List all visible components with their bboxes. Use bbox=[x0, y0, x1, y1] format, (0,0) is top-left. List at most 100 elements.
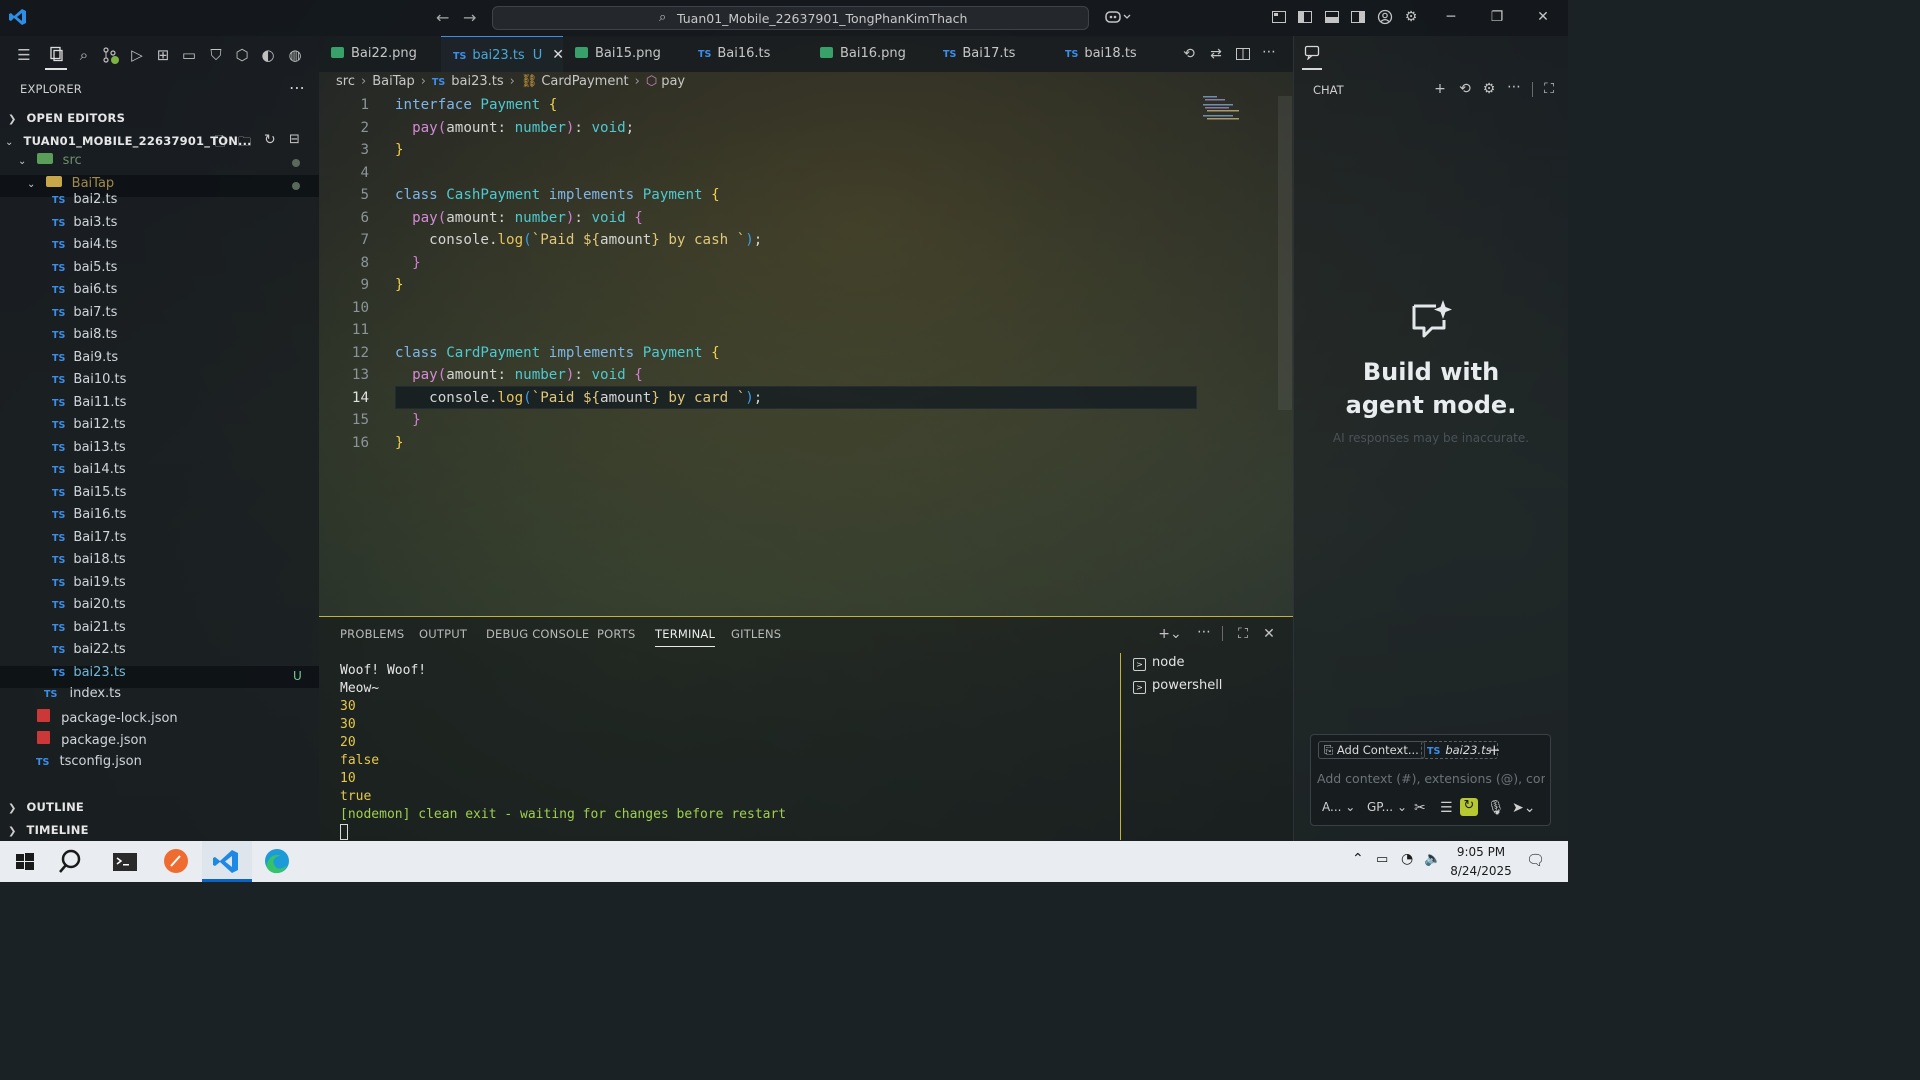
breadcrumb-item[interactable]: bai23.ts bbox=[451, 74, 503, 89]
more-actions-icon[interactable]: ⋯ bbox=[1196, 624, 1212, 640]
editor-tab[interactable]: TS bai23.ts U ✕ bbox=[441, 36, 564, 72]
database-icon[interactable]: ☰ bbox=[1440, 800, 1453, 816]
refresh-icon[interactable]: ↻ bbox=[264, 132, 276, 148]
toggle-primary-sidebar-icon[interactable] bbox=[1297, 9, 1313, 25]
terminal-session-node[interactable]: > node bbox=[1133, 655, 1184, 671]
edge-app-icon[interactable] bbox=[252, 841, 302, 882]
breadcrumb-item[interactable]: src bbox=[336, 74, 355, 89]
notifications-icon[interactable]: 🗨 bbox=[1526, 851, 1545, 869]
forward-arrow-icon[interactable]: → bbox=[463, 8, 476, 27]
command-center-search[interactable]: ⌕ Tuan01_Mobile_22637901_TongPhanKimThac… bbox=[492, 6, 1089, 30]
settings-gear-icon[interactable]: ⚙ bbox=[1403, 9, 1419, 25]
terminal-split-divider[interactable] bbox=[1120, 653, 1121, 840]
terminal-session-powershell[interactable]: > powershell bbox=[1133, 678, 1222, 694]
chat-history-icon[interactable]: ⟲ bbox=[1457, 81, 1473, 97]
explorer-icon[interactable] bbox=[45, 46, 67, 70]
editor-tab[interactable]: TS Bai17.ts bbox=[931, 36, 1053, 72]
send-icon[interactable]: ➤⌄ bbox=[1512, 800, 1535, 816]
chat-settings-icon[interactable]: ⚙ bbox=[1481, 81, 1497, 97]
tree-file[interactable]: TS bai18.ts bbox=[52, 552, 126, 574]
editor-tab[interactable]: Bai16.png bbox=[808, 36, 931, 72]
panel-tab-terminal[interactable]: TERMINAL bbox=[655, 627, 716, 647]
wifi-icon[interactable]: ◔ bbox=[1401, 851, 1413, 867]
gitlens-icon[interactable]: ◐ bbox=[257, 46, 279, 64]
tree-file[interactable]: TS bai14.ts bbox=[52, 462, 126, 484]
more-actions-icon[interactable]: ⋯ bbox=[1506, 79, 1522, 95]
back-arrow-icon[interactable]: ← bbox=[436, 8, 449, 27]
tree-file-package[interactable]: package.json bbox=[37, 731, 147, 753]
collapse-all-icon[interactable]: ⊟ bbox=[289, 132, 300, 147]
tree-file[interactable]: TS bai8.ts bbox=[52, 327, 117, 349]
code-editor[interactable]: 1 interface Payment { 2 pay(amount: numbe… bbox=[319, 94, 1293, 614]
tools-icon[interactable]: ✂ bbox=[1414, 800, 1426, 816]
tree-file[interactable]: TS bai4.ts bbox=[52, 237, 117, 259]
tree-file[interactable]: TS Bai17.ts bbox=[52, 530, 126, 552]
tree-file-index[interactable]: TS index.ts bbox=[44, 686, 121, 708]
tree-file[interactable]: TS bai3.ts bbox=[52, 215, 117, 237]
toggle-panel-icon[interactable] bbox=[1324, 9, 1340, 25]
panel-tab-problems[interactable]: PROBLEMS bbox=[340, 627, 404, 641]
panel-tab-output[interactable]: OUTPUT bbox=[419, 627, 467, 641]
copilot-icon[interactable] bbox=[1103, 9, 1133, 25]
gitlens-inspect-icon[interactable]: ◍ bbox=[284, 46, 306, 64]
restore-window-icon[interactable]: ❐ bbox=[1489, 9, 1505, 25]
tree-folder-src[interactable]: ⌄ src bbox=[18, 153, 82, 175]
new-file-icon[interactable]: 🗋 bbox=[215, 133, 225, 155]
editor-tab[interactable]: TS Bai16.ts bbox=[686, 36, 808, 72]
maximize-panel-icon[interactable]: ⛶ bbox=[1235, 626, 1251, 642]
remote-explorer-icon[interactable]: ▭ bbox=[178, 46, 200, 64]
tray-overflow-icon[interactable]: ⌃ bbox=[1352, 851, 1364, 867]
minimize-window-icon[interactable]: ─ bbox=[1443, 9, 1459, 25]
terminal-app-icon[interactable] bbox=[100, 841, 150, 882]
timeline-section[interactable]: ❯ TIMELINE bbox=[8, 823, 89, 838]
auto-approve-icon[interactable]: ↻ bbox=[1460, 798, 1478, 816]
source-control-icon[interactable] bbox=[100, 46, 122, 64]
windows-start-icon[interactable] bbox=[0, 841, 50, 882]
minimap[interactable] bbox=[1203, 96, 1243, 120]
maximize-chat-icon[interactable]: ⛶ bbox=[1541, 81, 1557, 97]
clock-date[interactable]: 8/24/2025 bbox=[1449, 864, 1513, 878]
editor-tab[interactable]: Bai22.png bbox=[319, 36, 441, 72]
postman-app-icon[interactable] bbox=[151, 841, 201, 882]
panel-tab-debug-console[interactable]: DEBUG CONSOLE bbox=[486, 627, 589, 641]
tree-file[interactable]: TS Bai9.ts bbox=[52, 350, 118, 372]
battery-icon[interactable]: ▭ bbox=[1376, 852, 1388, 867]
run-debug-icon[interactable]: ▷ bbox=[126, 46, 148, 64]
search-icon[interactable]: ⌕ bbox=[73, 46, 95, 64]
chat-view-icon[interactable] bbox=[1302, 44, 1322, 70]
new-chat-icon[interactable]: + bbox=[1432, 81, 1448, 97]
more-actions-icon[interactable]: ⋯ bbox=[1261, 44, 1277, 60]
more-actions-icon[interactable]: ⋯ bbox=[289, 78, 305, 97]
tree-file[interactable]: TS bai2.ts bbox=[52, 192, 117, 214]
terminal-cursor[interactable] bbox=[340, 824, 348, 840]
tree-file[interactable]: TS Bai15.ts bbox=[52, 485, 126, 507]
tree-file[interactable]: TS bai13.ts bbox=[52, 440, 126, 462]
model-picker[interactable]: GP... ⌄ bbox=[1367, 800, 1407, 814]
tree-file[interactable]: TS bai6.ts bbox=[52, 282, 117, 304]
context-file-chip[interactable]: TS bai23.ts bbox=[1421, 741, 1498, 759]
tree-file[interactable]: TS Bai11.ts bbox=[52, 395, 126, 417]
compare-changes-icon[interactable]: ⇄ bbox=[1208, 46, 1224, 62]
tree-file[interactable]: TS Bai10.ts bbox=[52, 372, 126, 394]
chat-mode-picker[interactable]: A... ⌄ bbox=[1322, 800, 1355, 814]
menu-icon[interactable]: ☰ bbox=[13, 46, 35, 64]
editor-scrollbar[interactable] bbox=[1278, 96, 1292, 410]
tree-file[interactable]: TS Bai16.ts bbox=[52, 507, 126, 529]
chat-input[interactable]: Add context (#), extensions (@), command… bbox=[1317, 771, 1545, 786]
open-editors-section[interactable]: ❯ OPEN EDITORS bbox=[8, 111, 125, 126]
containers-icon[interactable]: ⬡ bbox=[231, 46, 253, 64]
toggle-secondary-sidebar-icon[interactable] bbox=[1350, 9, 1366, 25]
editor-tab[interactable]: Bai15.png bbox=[563, 36, 686, 72]
add-file-icon[interactable]: + bbox=[1488, 741, 1501, 759]
split-editor-icon[interactable] bbox=[1235, 46, 1251, 62]
breadcrumb-item[interactable]: BaiTap bbox=[372, 74, 415, 89]
account-icon[interactable] bbox=[1377, 9, 1393, 25]
editor-tab[interactable]: TS bai18.ts bbox=[1053, 36, 1175, 72]
tree-file-tsconfig[interactable]: TS tsconfig.json bbox=[36, 754, 142, 776]
tree-file[interactable]: TS bai21.ts bbox=[52, 620, 126, 642]
tree-file[interactable]: TS bai19.ts bbox=[52, 575, 126, 597]
bookmarks-icon[interactable]: ⛉ bbox=[205, 46, 227, 64]
new-folder-icon[interactable]: 🗀 bbox=[238, 133, 251, 155]
tree-file[interactable]: TS bai5.ts bbox=[52, 260, 117, 282]
new-terminal-icon[interactable]: +⌄ bbox=[1157, 626, 1183, 642]
